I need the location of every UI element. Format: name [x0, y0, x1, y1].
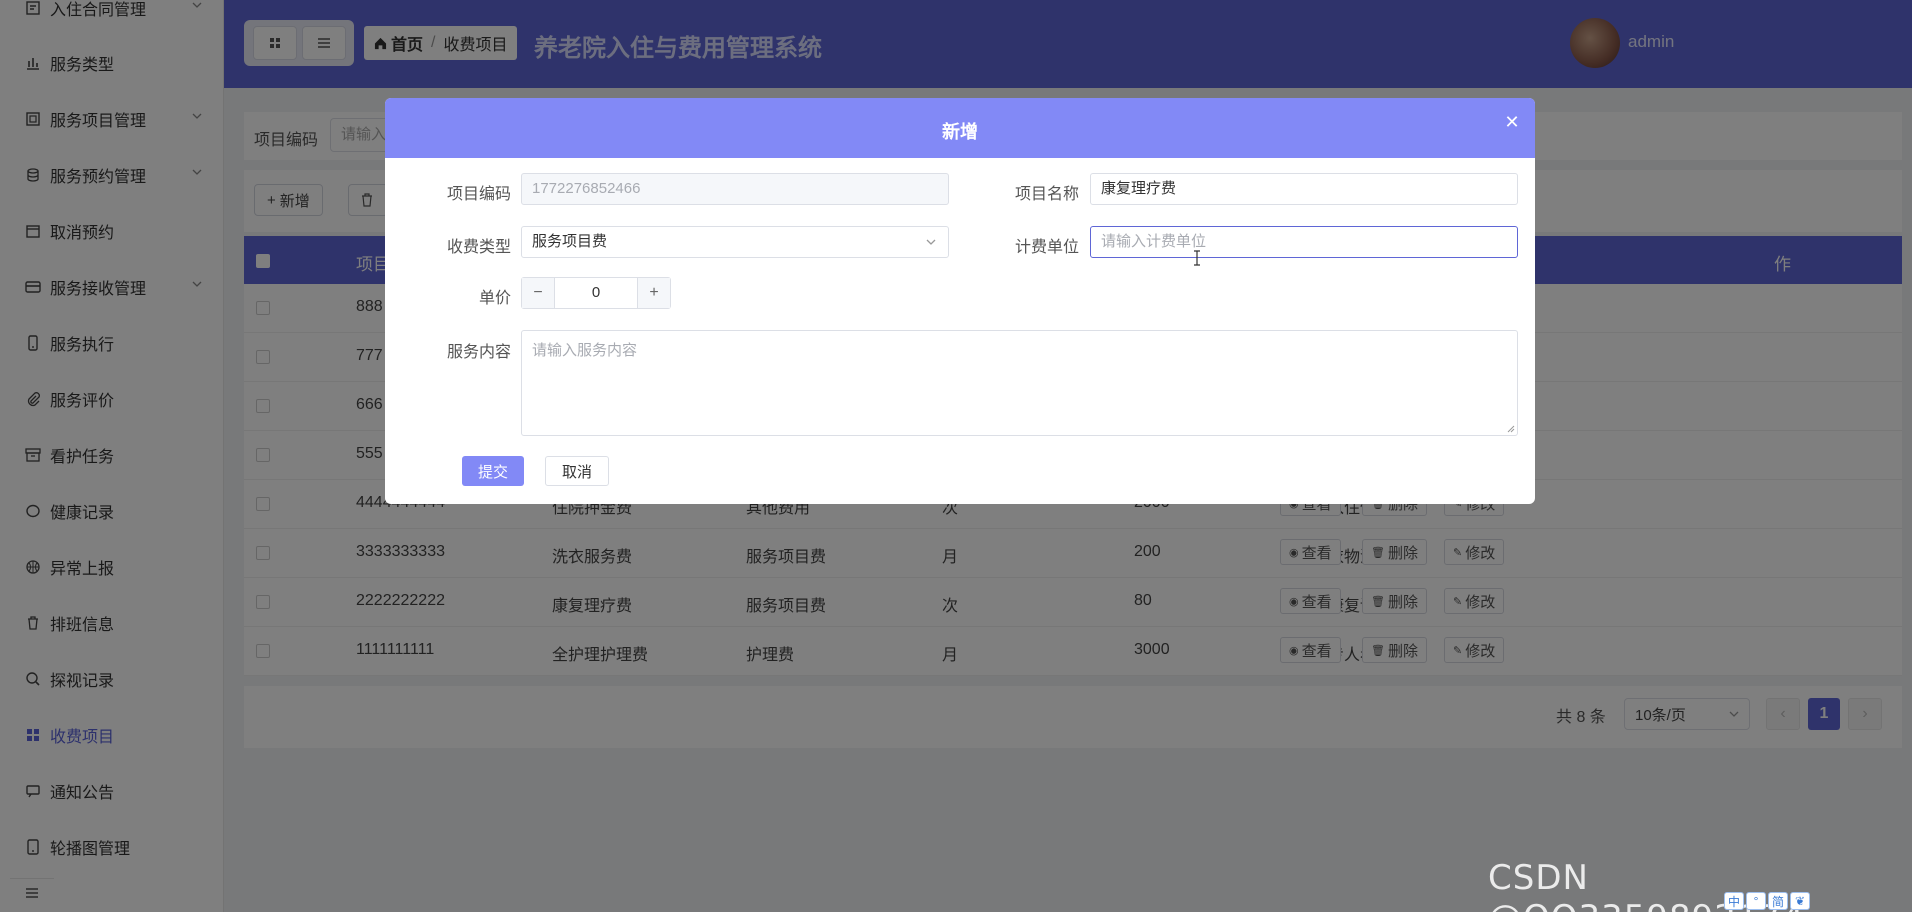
add-dialog: 新增 ✕ 项目编码 1772276852466 项目名称 康复理疗费 收费类型 … [385, 98, 1535, 504]
ime-punct-icon[interactable]: ° [1746, 892, 1766, 910]
dialog-title: 新增 [942, 122, 978, 142]
code-label: 项目编码 [446, 186, 511, 203]
unit-field[interactable]: 请输入计费单位 [1090, 226, 1518, 258]
name-field[interactable]: 康复理疗费 [1090, 173, 1518, 205]
ime-skin-icon[interactable]: ❦ [1790, 892, 1810, 910]
unit-label: 计费单位 [1014, 239, 1079, 256]
cancel-button[interactable]: 取消 [545, 456, 609, 486]
charge-type-value: 服务项目费 [532, 233, 608, 250]
price-value[interactable]: 0 [554, 278, 638, 308]
decrement-button[interactable]: − [522, 278, 554, 308]
content-placeholder: 请输入服务内容 [532, 342, 638, 359]
type-label: 收费类型 [446, 239, 511, 256]
content-label: 服务内容 [446, 344, 511, 361]
price-label: 单价 [478, 290, 511, 307]
charge-type-select[interactable]: 服务项目费 [521, 226, 949, 258]
close-icon[interactable]: ✕ [1502, 112, 1522, 132]
code-field: 1772276852466 [521, 173, 949, 205]
submit-button[interactable]: 提交 [462, 456, 524, 486]
content-textarea[interactable]: 请输入服务内容 [521, 330, 1518, 436]
ime-simplified-icon[interactable]: 简 [1768, 892, 1788, 910]
ime-toolbar: 中 ° 简 ❦ [1724, 892, 1810, 910]
price-stepper: − 0 + [521, 277, 671, 309]
ime-chinese-icon[interactable]: 中 [1724, 892, 1744, 910]
watermark: CSDN @QQ3359892174 [1488, 858, 1804, 912]
text-cursor-icon [1194, 250, 1200, 266]
resize-handle-icon[interactable] [1507, 425, 1515, 433]
increment-button[interactable]: + [638, 278, 670, 308]
name-label: 项目名称 [1014, 186, 1079, 203]
chevron-down-icon [926, 239, 936, 245]
